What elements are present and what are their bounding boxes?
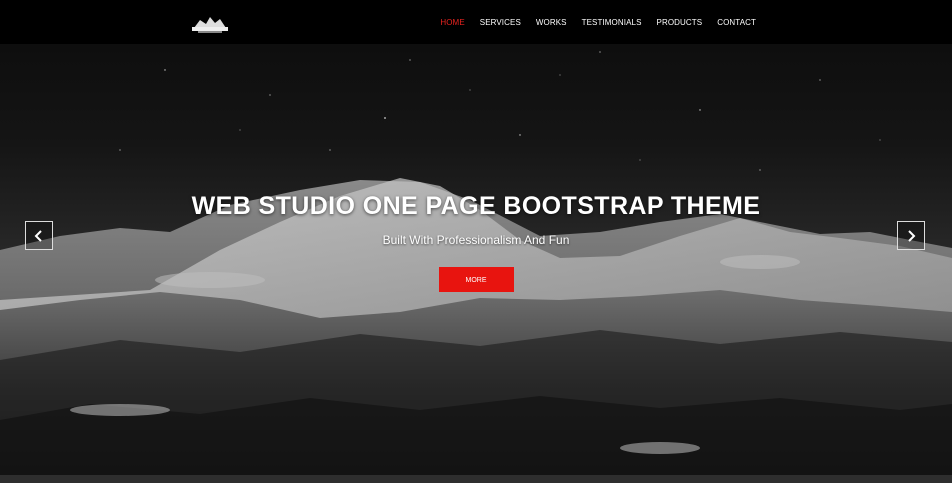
hero-subtitle: Built With Professionalism And Fun [382, 233, 570, 247]
bottom-strip [0, 475, 952, 483]
nav-item-home[interactable]: HOME [440, 18, 464, 27]
nav-item-services[interactable]: SERVICES [480, 18, 521, 27]
hero-caption: WEB STUDIO ONE PAGE BOOTSTRAP THEME Buil… [0, 190, 952, 292]
nav-item-testimonials[interactable]: TESTIMONIALS [582, 18, 642, 27]
nav-item-products[interactable]: PRODUCTS [657, 18, 703, 27]
nav-item-works[interactable]: WORKS [536, 18, 567, 27]
hero-title: WEB STUDIO ONE PAGE BOOTSTRAP THEME [191, 192, 761, 220]
more-button[interactable]: MORE [438, 267, 514, 292]
navbar: HOME SERVICES WORKS TESTIMONIALS PRODUCT… [0, 0, 952, 44]
nav-item-contact[interactable]: CONTACT [717, 18, 756, 27]
logo-emblem-icon[interactable] [190, 12, 230, 34]
page: HOME SERVICES WORKS TESTIMONIALS PRODUCT… [0, 0, 952, 483]
main-nav: HOME SERVICES WORKS TESTIMONIALS PRODUCT… [440, 0, 756, 44]
